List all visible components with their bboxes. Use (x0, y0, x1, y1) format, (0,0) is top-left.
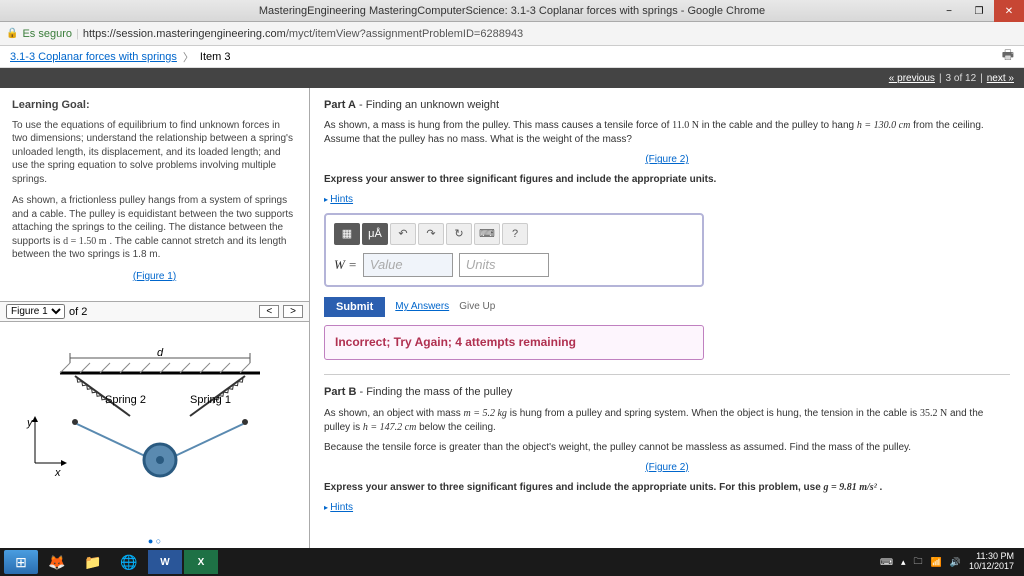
item-pager: « previous | 3 of 12 | next » (0, 68, 1024, 88)
answer-box: ▦ μÅ ↶ ↷ ↻ ⌨ ? W = Value Units (324, 213, 704, 287)
taskbar: ⊞ 🦊 📁 🌐 W X ⌨ ▴ 🗀 📶 🔊 11:30 PM 10/12/201… (0, 548, 1024, 576)
url-text[interactable]: https://session.masteringengineering.com… (83, 28, 523, 40)
excel-icon[interactable]: X (184, 550, 218, 574)
figure-1-link[interactable]: (Figure 1) (133, 271, 176, 282)
figure-select[interactable]: Figure 1 (6, 304, 65, 319)
keyboard-tray-icon[interactable]: ⌨ (880, 557, 893, 568)
window-titlebar: MasteringEngineering MasteringComputerSc… (0, 0, 1024, 22)
pager-next[interactable]: next » (987, 73, 1014, 84)
reset-button[interactable]: ↻ (446, 223, 472, 245)
content-panel: Part A - Finding an unknown weight As sh… (310, 88, 1024, 548)
network-icon[interactable]: 📶 (931, 557, 942, 568)
goal-heading: Learning Goal: (12, 98, 297, 113)
feedback-message: Incorrect; Try Again; 4 attempts remaini… (324, 325, 704, 360)
chrome-icon[interactable]: 🌐 (112, 550, 146, 574)
chevron-right-icon: 〉 (183, 49, 194, 65)
figure-count: of 2 (69, 306, 87, 318)
value-input[interactable]: Value (363, 253, 453, 277)
spring2-label: Spring 2 (105, 394, 146, 406)
firefox-icon[interactable]: 🦊 (40, 550, 74, 574)
x-label: x (54, 467, 61, 479)
my-answers-link[interactable]: My Answers (395, 300, 449, 314)
battery-icon[interactable]: 🗀 (914, 554, 923, 570)
print-icon[interactable]: 🖶 (1002, 46, 1014, 68)
units-input[interactable]: Units (459, 253, 549, 277)
y-label: y (26, 417, 34, 429)
clock[interactable]: 11:30 PM 10/12/2017 (969, 552, 1014, 572)
part-b-body1: As shown, an object with mass m = 5.2 kg… (324, 407, 1010, 435)
part-b-title: Part B - Finding the mass of the pulley (324, 385, 1010, 400)
start-button[interactable]: ⊞ (4, 550, 38, 574)
part-a-body: As shown, a mass is hung from the pulley… (324, 119, 1010, 147)
volume-icon[interactable]: 🔊 (950, 557, 961, 568)
close-button[interactable]: ✕ (994, 0, 1024, 22)
figure-next-button[interactable]: > (283, 305, 303, 318)
pager-prev[interactable]: « previous (889, 73, 935, 84)
system-tray[interactable]: ⌨ ▴ 🗀 📶 🔊 11:30 PM 10/12/2017 (880, 552, 1020, 572)
breadcrumb: 3.1-3 Coplanar forces with springs 〉 Ite… (0, 46, 1024, 68)
submit-button[interactable]: Submit (324, 297, 385, 317)
equation-toolbar: ▦ μÅ ↶ ↷ ↻ ⌨ ? (334, 223, 694, 245)
part-a-title: Part A - Finding an unknown weight (324, 98, 1010, 113)
figure-dots[interactable]: ● ○ (0, 534, 309, 548)
window-title: MasteringEngineering MasteringComputerSc… (259, 5, 765, 17)
figure-prev-button[interactable]: < (259, 305, 279, 318)
maximize-button[interactable]: ❐ (964, 0, 994, 22)
undo-button[interactable]: ↶ (390, 223, 416, 245)
figure-toolbar: Figure 1 of 2 < > (0, 301, 309, 322)
secure-label: Es seguro (22, 28, 72, 40)
part-a-instructions: Express your answer to three significant… (324, 173, 1010, 187)
goal-p1: To use the equations of equilibrium to f… (12, 119, 297, 187)
lock-icon: 🔒 (6, 28, 18, 39)
part-b-hints-toggle[interactable]: Hints (324, 501, 1010, 515)
spring1-label: Spring 1 (190, 394, 231, 406)
symbol-button[interactable]: μÅ (362, 223, 388, 245)
pager-position: 3 of 12 (946, 73, 977, 84)
goal-p2: As shown, a frictionless pulley hangs fr… (12, 194, 297, 262)
figure-canvas: d Spring 2 Spring 1 y x (0, 322, 309, 534)
part-a-fig2-link[interactable]: (Figure 2) (645, 154, 688, 165)
explorer-icon[interactable]: 📁 (76, 550, 110, 574)
d-label: d (156, 348, 163, 359)
keyboard-button[interactable]: ⌨ (474, 223, 500, 245)
breadcrumb-current: Item 3 (200, 51, 231, 63)
fraction-button[interactable]: ▦ (334, 223, 360, 245)
left-panel: Learning Goal: To use the equations of e… (0, 88, 310, 548)
word-icon[interactable]: W (148, 550, 182, 574)
address-bar: 🔒 Es seguro | https://session.masteringe… (0, 22, 1024, 46)
learning-goal: Learning Goal: To use the equations of e… (0, 88, 309, 301)
part-b-fig2-link[interactable]: (Figure 2) (645, 462, 688, 473)
part-b-body2: Because the tensile force is greater tha… (324, 441, 1010, 455)
redo-button[interactable]: ↷ (418, 223, 444, 245)
minimize-button[interactable]: − (934, 0, 964, 22)
answer-variable: W = (334, 256, 357, 274)
tray-up-icon[interactable]: ▴ (901, 557, 906, 568)
breadcrumb-parent[interactable]: 3.1-3 Coplanar forces with springs (10, 51, 177, 63)
part-a-hints-toggle[interactable]: Hints (324, 193, 1010, 207)
help-button[interactable]: ? (502, 223, 528, 245)
give-up-link[interactable]: Give Up (459, 300, 495, 314)
part-b-instructions: Express your answer to three significant… (324, 481, 1010, 495)
